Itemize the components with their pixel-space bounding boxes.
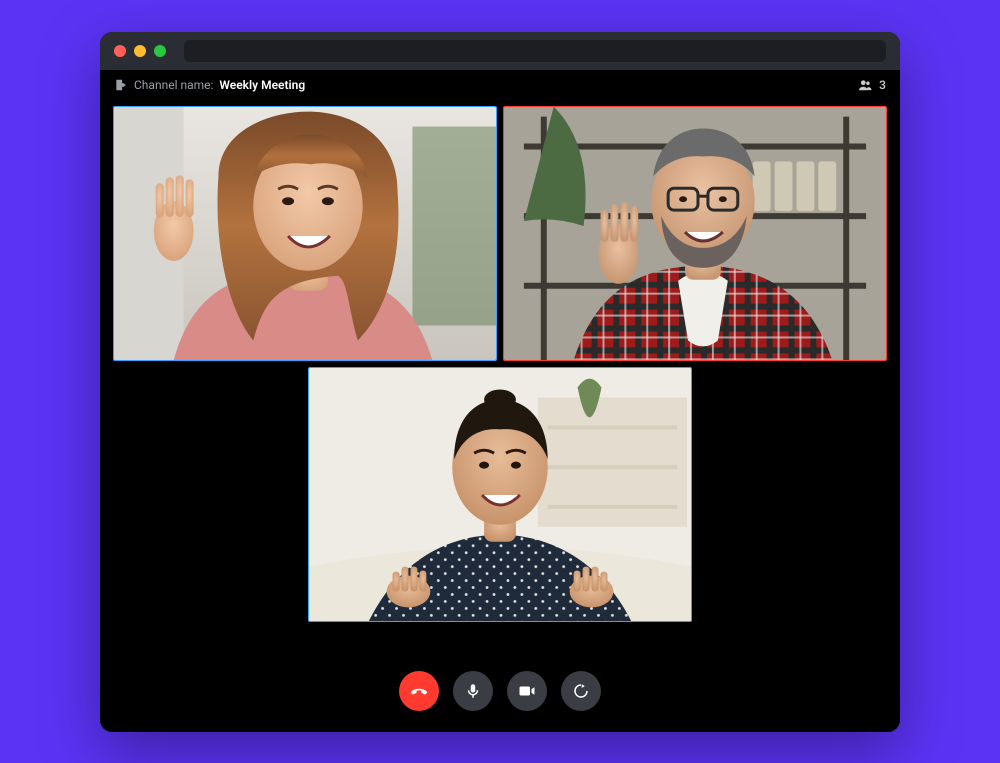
screen-share-icon	[572, 682, 590, 700]
screenshare-button[interactable]	[561, 671, 601, 711]
phone-hangup-icon	[410, 682, 428, 700]
window-minimize-button[interactable]	[134, 45, 146, 57]
address-bar[interactable]	[184, 40, 886, 62]
mic-button[interactable]	[453, 671, 493, 711]
video-tile[interactable]	[308, 367, 692, 622]
video-camera-icon	[518, 682, 536, 700]
video-tile[interactable]	[113, 106, 497, 361]
camera-button[interactable]	[507, 671, 547, 711]
door-icon	[114, 78, 128, 92]
channel-label: Channel name:	[134, 78, 213, 92]
microphone-icon	[464, 682, 482, 700]
titlebar	[100, 32, 900, 70]
app-window: Channel name: Weekly Meeting 3	[100, 32, 900, 732]
participant-count: 3	[879, 78, 886, 92]
window-maximize-button[interactable]	[154, 45, 166, 57]
video-row	[112, 367, 888, 622]
end-call-button[interactable]	[399, 671, 439, 711]
video-grid	[100, 100, 900, 660]
channel-name: Weekly Meeting	[219, 78, 305, 92]
channel-header: Channel name: Weekly Meeting 3	[100, 70, 900, 100]
window-close-button[interactable]	[114, 45, 126, 57]
call-controls	[100, 660, 900, 732]
video-tile[interactable]	[503, 106, 887, 361]
video-row	[112, 106, 888, 361]
participants-icon[interactable]	[857, 78, 873, 92]
